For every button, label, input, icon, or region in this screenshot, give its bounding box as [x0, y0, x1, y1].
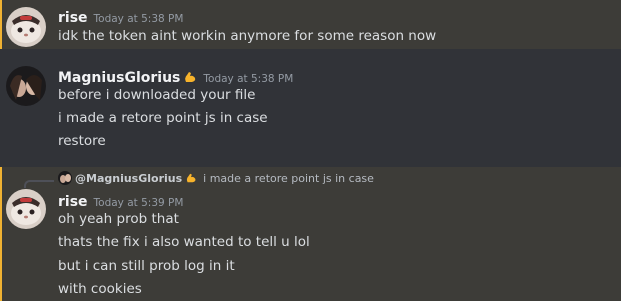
- message-text: oh yeah prob that: [58, 211, 179, 227]
- reply-avatar: [58, 171, 72, 185]
- avatar[interactable]: [6, 189, 46, 229]
- flexed-biceps-icon: [185, 172, 197, 184]
- message-header: MagniusGlorius Today at 5:38 PM: [58, 67, 293, 86]
- message-group: rise Today at 5:38 PM idk the token aint …: [0, 0, 621, 49]
- message-text: idk the token aint workin anymore for so…: [58, 28, 437, 44]
- message-text: before i downloaded your file: [58, 87, 256, 103]
- timestamp[interactable]: Today at 5:38 PM: [203, 73, 293, 85]
- message-text: but i can still prob log in it: [58, 258, 235, 274]
- timestamp[interactable]: Today at 5:38 PM: [94, 13, 184, 25]
- message-text: restore: [58, 133, 106, 149]
- message-header: rise Today at 5:38 PM: [58, 7, 183, 26]
- author-name[interactable]: MagniusGlorius: [58, 70, 180, 86]
- author-name[interactable]: rise: [58, 194, 88, 210]
- reply-preview[interactable]: @MagniusGlorius i made a retore point js …: [58, 171, 374, 185]
- avatar[interactable]: [6, 66, 46, 106]
- flexed-biceps-icon: [183, 69, 197, 83]
- message-group: MagniusGlorius Today at 5:38 PM before i …: [0, 49, 621, 167]
- message-text: i made a retore point js in case: [58, 110, 268, 126]
- reply-connector: [24, 180, 54, 188]
- timestamp[interactable]: Today at 5:39 PM: [94, 197, 184, 209]
- message-text: with cookies: [58, 281, 142, 297]
- message-header: rise Today at 5:39 PM: [58, 191, 183, 210]
- message-text: thats the fix i also wanted to tell u lo…: [58, 234, 310, 250]
- reply-text[interactable]: i made a retore point js in case: [203, 172, 374, 185]
- reply-author[interactable]: @MagniusGlorius: [75, 172, 182, 185]
- avatar[interactable]: [6, 7, 46, 47]
- author-name[interactable]: rise: [58, 10, 88, 26]
